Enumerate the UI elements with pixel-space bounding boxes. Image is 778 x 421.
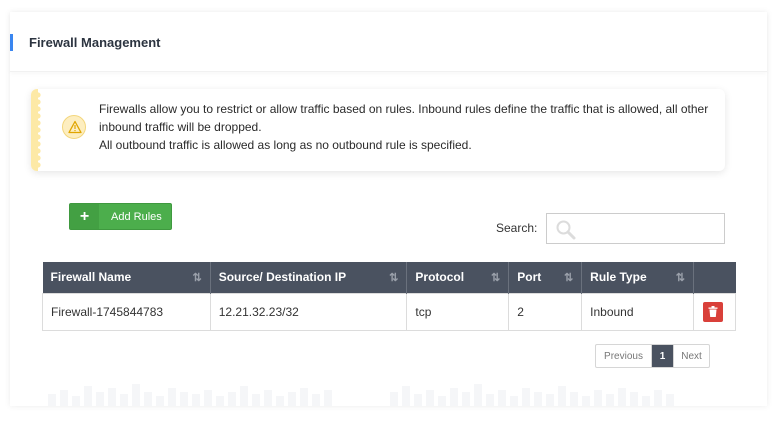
add-rules-label: Add Rules [111,210,162,223]
page-title: Firewall Management [29,35,161,50]
panel-header: Firewall Management [10,12,767,72]
page-1-button[interactable]: 1 [652,345,673,367]
info-alert: Firewalls allow you to restrict or allow… [31,89,725,171]
alert-scallop-edge [35,92,41,168]
pagination: Previous 1 Next [595,344,710,368]
plus-icon: + [70,204,99,229]
previous-page-button[interactable]: Previous [596,345,652,367]
add-rules-button[interactable]: + Add Rules [69,203,172,230]
header-accent-bar [10,34,13,51]
column-header-label: Port [517,270,542,285]
column-header-label: Source/ Destination IP [218,270,347,285]
cell-protocol: tcp [406,292,510,331]
cell-actions [692,292,737,331]
decorative-skyline [48,384,674,406]
alert-line: All outbound traffic is allowed as long … [99,138,472,152]
cell-rule-type: Inbound [581,292,694,331]
column-header-actions [693,262,736,293]
trash-icon [708,306,718,317]
sort-icon: ⇅ [491,272,501,284]
column-header-label: Protocol [415,270,465,285]
sort-icon: ⇅ [675,272,685,284]
cell-ip: 12.21.32.23/32 [209,292,408,331]
sort-icon: ⇅ [192,272,202,284]
column-header-ip[interactable]: Source/ Destination IP ⇅ [210,262,408,293]
table-header-row: Firewall Name ⇅ Source/ Destination IP ⇅… [42,262,736,293]
search-label: Search: [496,221,538,235]
search-field[interactable] [546,213,725,244]
column-header-port[interactable]: Port ⇅ [508,262,583,293]
search-input[interactable] [579,218,719,240]
search-icon [556,220,576,240]
column-header-label: Rule Type [590,270,647,285]
firewall-rules-table: Firewall Name ⇅ Source/ Destination IP ⇅… [42,262,737,331]
column-header-rule-type[interactable]: Rule Type ⇅ [581,262,694,293]
delete-button[interactable] [702,301,723,322]
column-header-protocol[interactable]: Protocol ⇅ [406,262,510,293]
cell-port: 2 [508,292,583,331]
next-page-button[interactable]: Next [673,345,709,367]
alert-line: Firewalls allow you to restrict or allow… [99,102,709,134]
alert-message: Firewalls allow you to restrict or allow… [99,100,721,154]
column-header-firewall-name[interactable]: Firewall Name ⇅ [42,262,211,293]
cell-firewall-name: Firewall-1745844783 [42,292,211,331]
column-header-label: Firewall Name [50,270,132,285]
sort-icon: ⇅ [389,272,399,284]
sort-icon: ⇅ [563,272,574,284]
table-row: Firewall-1745844783 12.21.32.23/32 tcp 2… [42,292,737,331]
warning-icon [62,115,86,139]
